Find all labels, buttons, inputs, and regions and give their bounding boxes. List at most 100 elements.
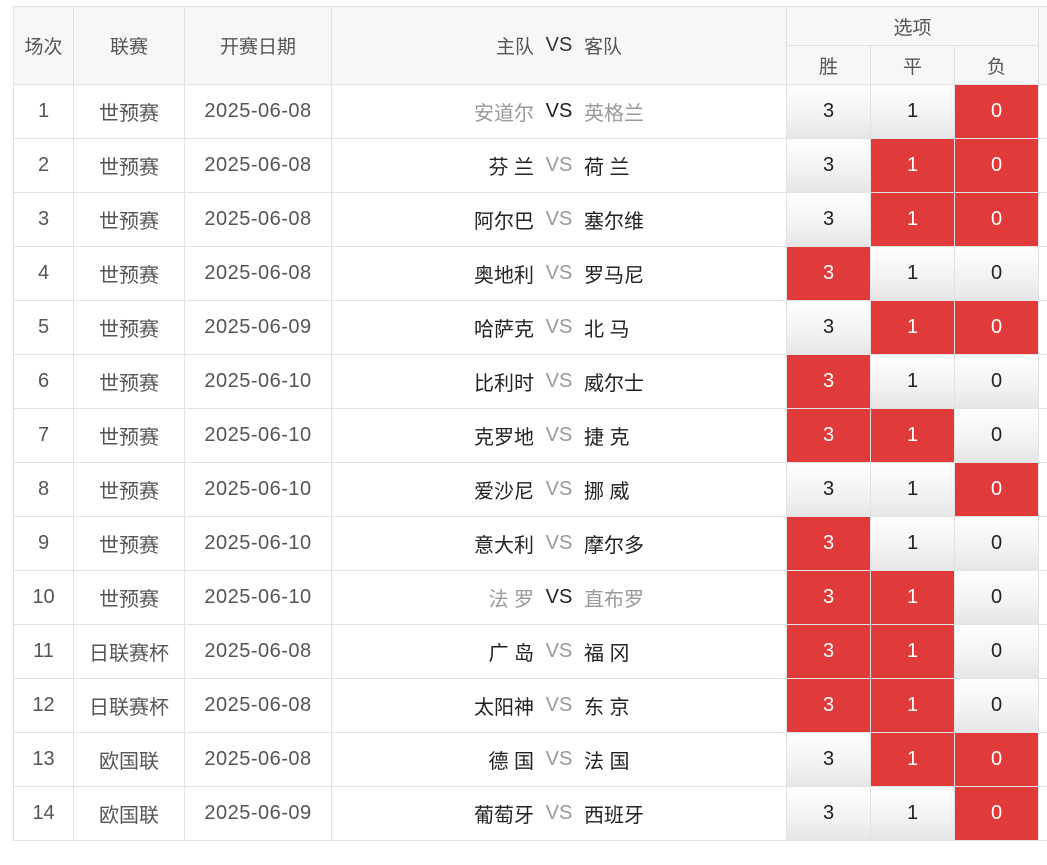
option-win-button[interactable]: 3 (786, 516, 871, 571)
option-draw-button[interactable]: 1 (870, 570, 955, 625)
match-cell: 葡萄牙 VS 西班牙 (331, 786, 787, 841)
round-number: 2 (13, 138, 74, 193)
vs-label: VS (545, 694, 573, 716)
option-win-button[interactable]: 3 (786, 192, 871, 247)
option-lose-button[interactable]: 0 (953, 408, 1040, 463)
header-date: 开赛日期 (184, 6, 332, 85)
option-lose-button[interactable]: 0 (953, 354, 1040, 409)
league-name: 世预赛 (73, 84, 185, 139)
option-lose-label: 0 (955, 85, 1039, 138)
option-lose-button[interactable]: 0 (953, 570, 1040, 625)
option-win-button[interactable]: 3 (786, 354, 871, 409)
option-draw-button[interactable]: 1 (870, 354, 955, 409)
option-lose-button[interactable]: 0 (953, 138, 1040, 193)
header-opt-draw: 平 (870, 45, 955, 85)
option-draw-button[interactable]: 1 (870, 84, 955, 139)
option-draw-button[interactable]: 1 (870, 624, 955, 679)
match-date: 2025-06-10 (184, 354, 332, 409)
overflow-cell (1038, 354, 1047, 409)
option-draw-button[interactable]: 1 (870, 516, 955, 571)
overflow-cell (1038, 84, 1047, 139)
option-draw-button[interactable]: 1 (870, 732, 955, 787)
option-lose-button[interactable]: 0 (953, 624, 1040, 679)
option-win-button[interactable]: 3 (786, 84, 871, 139)
option-draw-button[interactable]: 1 (870, 192, 955, 247)
away-team: 直布罗 (584, 589, 644, 611)
option-lose-button[interactable]: 0 (953, 678, 1040, 733)
away-team: 塞尔维 (584, 211, 644, 233)
match-date: 2025-06-10 (184, 516, 332, 571)
option-draw-label: 1 (871, 301, 954, 354)
option-draw-button[interactable]: 1 (870, 300, 955, 355)
option-lose-button[interactable]: 0 (953, 300, 1040, 355)
option-lose-label: 0 (955, 463, 1039, 516)
overflow-cell (1038, 192, 1047, 247)
option-lose-button[interactable]: 0 (953, 246, 1040, 301)
option-win-button[interactable]: 3 (786, 300, 871, 355)
away-team: 北 马 (584, 319, 630, 341)
match-date: 2025-06-08 (184, 732, 332, 787)
option-win-button[interactable]: 3 (786, 462, 871, 517)
table-row: 12 日联赛杯 2025-06-08 太阳神 VS 东 京 310 (13, 678, 1047, 733)
league-name: 日联赛杯 (73, 624, 185, 679)
option-win-button[interactable]: 3 (786, 732, 871, 787)
option-draw-label: 1 (871, 571, 954, 624)
match-cell: 克罗地 VS 捷 克 (331, 408, 787, 463)
round-number: 13 (13, 732, 74, 787)
league-name: 世预赛 (73, 408, 185, 463)
table-row: 14 欧国联 2025-06-09 葡萄牙 VS 西班牙 3 1 0 (13, 786, 1047, 841)
match-date: 2025-06-08 (184, 246, 332, 301)
league-name: 世预赛 (73, 138, 185, 193)
option-lose-label: 0 (955, 571, 1039, 624)
option-lose-button[interactable]: 0 (953, 192, 1040, 247)
overflow-cell (1038, 462, 1047, 517)
option-draw-button[interactable]: 1 (870, 138, 955, 193)
option-win-button[interactable]: 3 (786, 786, 871, 841)
option-draw-button[interactable]: 1 (870, 786, 955, 841)
round-number: 9 (13, 516, 74, 571)
option-win-label: 3 (787, 301, 870, 354)
round-number: 14 (13, 786, 74, 841)
option-win-button[interactable]: 3 (786, 570, 871, 625)
away-team: 摩尔多 (584, 535, 644, 557)
match-date: 2025-06-08 (184, 138, 332, 193)
vs-label: VS (545, 370, 573, 392)
away-team: 福 冈 (584, 643, 630, 665)
option-win-button[interactable]: 3 (786, 678, 871, 733)
away-team: 西班牙 (584, 805, 644, 827)
match-cell: 德 国 VS 法 国 (331, 732, 787, 787)
option-win-label: 3 (787, 625, 870, 678)
away-team: 威尔士 (584, 373, 644, 395)
round-number: 8 (13, 462, 74, 517)
option-lose-button[interactable]: 0 (953, 84, 1040, 139)
home-team: 广 岛 (488, 643, 534, 665)
vs-label: VS (545, 262, 573, 284)
option-draw-button[interactable]: 1 (870, 678, 955, 733)
option-lose-button[interactable]: 0 (953, 732, 1040, 787)
away-team: 东 京 (584, 697, 630, 719)
option-lose-button[interactable]: 0 (953, 786, 1040, 841)
option-win-button[interactable]: 3 (786, 408, 871, 463)
overflow-cell (1038, 570, 1047, 625)
header-options: 选项 (785, 6, 1040, 46)
option-lose-button[interactable]: 0 (953, 462, 1040, 517)
table-row: 7 世预赛 2025-06-10 克罗地 VS 捷 克 310 (13, 408, 1047, 463)
away-team: 法 国 (584, 751, 630, 773)
option-win-button[interactable]: 3 (786, 624, 871, 679)
home-team: 意大利 (474, 535, 534, 557)
option-draw-button[interactable]: 1 (870, 246, 955, 301)
option-lose-label: 0 (955, 625, 1039, 678)
vs-label: VS (545, 208, 573, 230)
option-win-label: 3 (787, 409, 870, 462)
option-draw-button[interactable]: 1 (870, 408, 955, 463)
home-team: 比利时 (474, 373, 534, 395)
option-win-label: 3 (787, 247, 870, 300)
option-lose-button[interactable]: 0 (953, 516, 1040, 571)
option-draw-button[interactable]: 1 (870, 462, 955, 517)
home-team: 克罗地 (474, 427, 534, 449)
round-number: 6 (13, 354, 74, 409)
league-name: 欧国联 (73, 786, 185, 841)
option-win-button[interactable]: 3 (786, 246, 871, 301)
option-draw-label: 1 (871, 463, 954, 516)
option-win-button[interactable]: 3 (786, 138, 871, 193)
